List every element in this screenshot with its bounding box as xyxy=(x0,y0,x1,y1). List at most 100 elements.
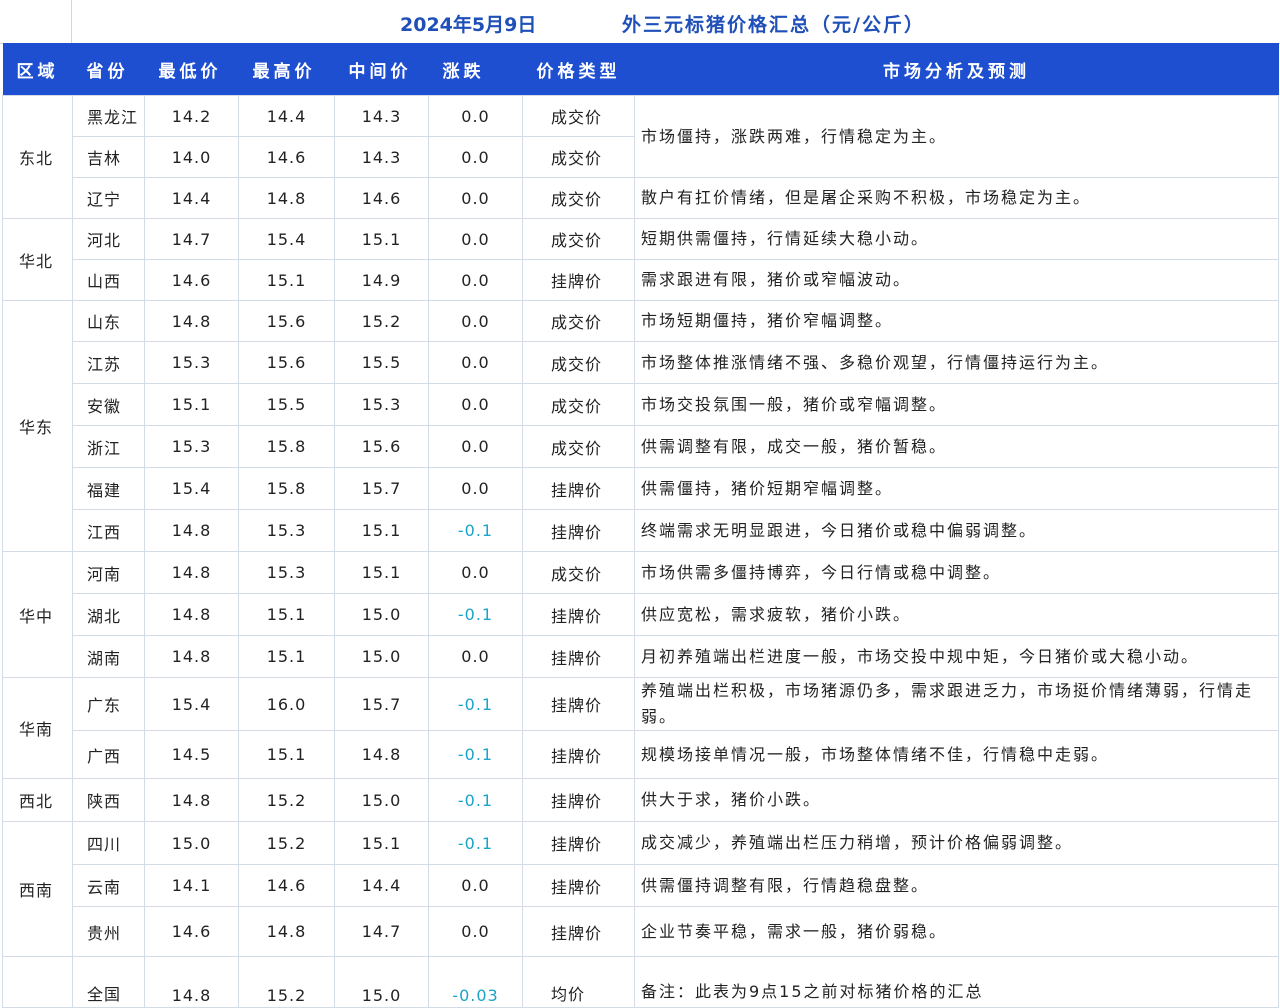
region-cell xyxy=(2,956,73,1008)
region-cell: 华中 xyxy=(2,551,73,678)
table-body: 东北 黑龙江 14.2 14.4 14.3 0.0 成交价 市场僵持，涨跌两难，行情稳定为主。… xyxy=(2,95,1279,1008)
title-row: 2024年5月9日 外三元标猪价格汇总（元/公斤） xyxy=(0,0,1280,44)
min-price-cell: 15.3 xyxy=(144,425,239,468)
min-price-cell: 14.0 xyxy=(144,136,239,178)
change-cell: 0.0 xyxy=(428,95,523,137)
min-price-cell: 14.7 xyxy=(144,218,239,260)
region-cell: 东北 xyxy=(2,95,73,219)
price-summary-page: 2024年5月9日 外三元标猪价格汇总（元/公斤） 区域 省份 最低价 最高价 … xyxy=(0,0,1280,1008)
header-province: 省份 xyxy=(72,43,145,96)
max-price-cell: 15.8 xyxy=(238,425,335,468)
header-change: 涨跌 xyxy=(428,43,523,96)
table-row: 华北 河北 14.7 15.4 15.1 0.0 成交价 短期供需僵持，行情延续大稳小动。 xyxy=(2,218,1279,301)
price-type-cell: 挂牌价 xyxy=(522,635,635,678)
price-type-cell: 挂牌价 xyxy=(522,730,635,779)
table-row: 湖北 14.8 15.1 15.0 -0.1 挂牌价 供应宽松，需求疲软，猪价小跌。 xyxy=(3,593,1279,636)
table-row: 东北 黑龙江 14.2 14.4 14.3 0.0 成交价 市场僵持，涨跌两难，行情稳定为主。 xyxy=(2,95,1279,219)
min-price-cell: 14.2 xyxy=(144,95,239,137)
analysis-cell: 市场僵持，涨跌两难，行情稳定为主。 xyxy=(634,95,1279,178)
min-price-cell: 14.4 xyxy=(144,177,239,219)
price-type-cell: 成交价 xyxy=(522,425,635,468)
header-min-price: 最低价 xyxy=(144,43,239,96)
mid-price-cell: 15.2 xyxy=(334,300,429,342)
change-cell: -0.1 xyxy=(428,730,523,779)
change-cell: 0.0 xyxy=(428,551,523,594)
price-type-cell: 挂牌价 xyxy=(522,864,635,907)
province-cell: 云南 xyxy=(72,864,145,907)
min-price-cell: 15.1 xyxy=(144,383,239,426)
min-price-cell: 14.5 xyxy=(144,730,239,779)
analysis-cell: 需求跟进有限，猪价或窄幅波动。 xyxy=(634,259,1279,301)
analysis-cell: 供大于求，猪价小跌。 xyxy=(634,778,1279,822)
price-type-cell: 挂牌价 xyxy=(522,467,635,510)
analysis-cell: 市场短期僵持，猪价窄幅调整。 xyxy=(634,300,1279,342)
header-region: 区域 xyxy=(2,43,73,96)
price-type-cell: 成交价 xyxy=(522,218,635,260)
price-type-cell: 成交价 xyxy=(522,300,635,342)
province-cell: 四川 xyxy=(72,821,145,865)
max-price-cell: 14.4 xyxy=(238,95,335,137)
price-type-cell: 挂牌价 xyxy=(522,677,635,731)
price-type-cell: 成交价 xyxy=(522,341,635,384)
mid-price-cell: 15.7 xyxy=(334,677,429,731)
analysis-cell: 终端需求无明显跟进，今日猪价或稳中偏弱调整。 xyxy=(634,509,1279,552)
province-cell: 湖北 xyxy=(72,593,145,636)
analysis-cell: 短期供需僵持，行情延续大稳小动。 xyxy=(634,218,1279,260)
region-cell: 华东 xyxy=(2,300,73,552)
table-row: 广西 14.5 15.1 14.8 -0.1 挂牌价 规模场接单情况一般，市场整体情绪不佳，… xyxy=(3,730,1279,779)
analysis-cell: 供应宽松，需求疲软，猪价小跌。 xyxy=(634,593,1279,636)
mid-price-cell: 15.1 xyxy=(334,551,429,594)
mid-price-cell: 15.3 xyxy=(334,383,429,426)
mid-price-cell: 14.9 xyxy=(334,259,429,301)
min-price-cell: 14.6 xyxy=(144,906,239,957)
table-row: 江西 14.8 15.3 15.1 -0.1 挂牌价 终端需求无明显跟进，今日猪价或稳中偏弱… xyxy=(3,509,1279,552)
table-row: 贵州 14.6 14.8 14.7 0.0 挂牌价 企业节奏平稳，需求一般，猪价弱稳。 xyxy=(3,906,1279,957)
province-cell: 福建 xyxy=(72,467,145,510)
table-row: 西北 陕西 14.8 15.2 15.0 -0.1 挂牌价 供大于求，猪价小跌。 xyxy=(2,778,1279,822)
min-price-cell: 14.8 xyxy=(144,551,239,594)
province-cell: 湖南 xyxy=(72,635,145,678)
change-cell: 0.0 xyxy=(428,906,523,957)
report-title: 外三元标猪价格汇总（元/公斤） xyxy=(622,14,925,36)
price-type-cell: 均价 xyxy=(522,956,635,1008)
analysis-cell: 养殖端出栏积极，市场猪源仍多，需求跟进乏力，市场挺价情绪薄弱，行情走弱。 xyxy=(634,677,1279,731)
header-mid-price: 中间价 xyxy=(334,43,429,96)
change-cell: -0.1 xyxy=(428,509,523,552)
mid-price-cell: 15.6 xyxy=(334,425,429,468)
region-cell: 西北 xyxy=(2,778,73,822)
min-price-cell: 14.8 xyxy=(144,509,239,552)
max-price-cell: 15.2 xyxy=(238,778,335,822)
min-price-cell: 14.6 xyxy=(144,259,239,301)
price-type-cell: 成交价 xyxy=(522,136,635,178)
change-cell: 0.0 xyxy=(428,218,523,260)
province-cell: 广东 xyxy=(72,677,145,731)
max-price-cell: 15.2 xyxy=(238,956,335,1008)
change-cell: 0.0 xyxy=(428,635,523,678)
mid-price-cell: 15.7 xyxy=(334,467,429,510)
price-type-cell: 成交价 xyxy=(522,383,635,426)
note-cell: 备注：此表为9点15之前对标猪价格的汇总 xyxy=(634,956,1279,1008)
analysis-cell: 企业节奏平稳，需求一般，猪价弱稳。 xyxy=(634,906,1279,957)
header-price-type: 价格类型 xyxy=(522,43,635,96)
mid-price-cell: 15.0 xyxy=(334,956,429,1008)
max-price-cell: 15.1 xyxy=(238,259,335,301)
min-price-cell: 14.8 xyxy=(144,778,239,822)
analysis-cell: 供需僵持，猪价短期窄幅调整。 xyxy=(634,467,1279,510)
province-cell: 全国 xyxy=(72,956,145,1008)
analysis-cell: 成交减少，养殖端出栏压力稍增，预计价格偏弱调整。 xyxy=(634,821,1279,865)
table-row: 福建 15.4 15.8 15.7 0.0 挂牌价 供需僵持，猪价短期窄幅调整。 xyxy=(3,467,1279,510)
total-row: 全国 14.8 15.2 15.0 -0.03 均价 备注：此表为9点15之前对标猪价格的汇… xyxy=(2,956,1279,1008)
analysis-cell: 月初养殖端出栏进度一般，市场交投中规中矩，今日猪价或大稳小动。 xyxy=(634,635,1279,678)
title-divider xyxy=(71,0,72,43)
max-price-cell: 15.3 xyxy=(238,551,335,594)
province-cell: 陕西 xyxy=(72,778,145,822)
analysis-cell: 市场供需多僵持博弈，今日行情或稳中调整。 xyxy=(634,551,1279,594)
max-price-cell: 15.1 xyxy=(238,593,335,636)
province-cell: 山东 xyxy=(72,300,145,342)
max-price-cell: 14.6 xyxy=(238,136,335,178)
mid-price-cell: 14.7 xyxy=(334,906,429,957)
price-type-cell: 挂牌价 xyxy=(522,509,635,552)
table-row: 西南 四川 15.0 15.2 15.1 -0.1 挂牌价 成交减少，养殖端出栏压力稍增，预计… xyxy=(2,821,1279,957)
table-row: 江苏 15.3 15.6 15.5 0.0 成交价 市场整体推涨情绪不强、多稳价观望，行情僵… xyxy=(3,341,1279,384)
price-table: 区域 省份 最低价 最高价 中间价 涨跌 价格类型 市场分析及预测 东北 黑龙江 1… xyxy=(2,43,1279,1008)
